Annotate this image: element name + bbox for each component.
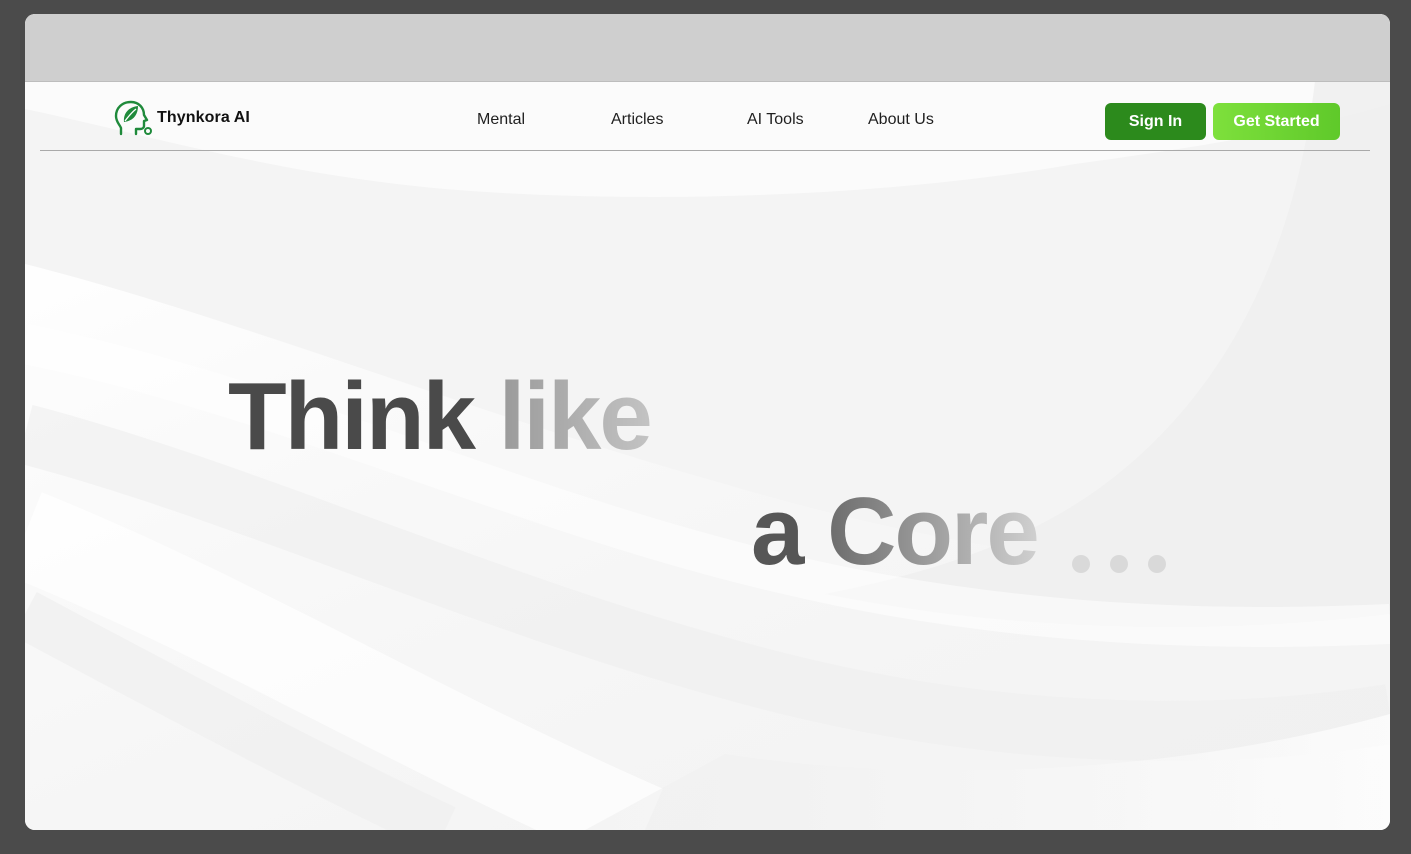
sign-in-button[interactable]: Sign In xyxy=(1105,103,1206,140)
hero-word-core: Core xyxy=(827,478,1040,585)
head-leaf-icon xyxy=(114,100,152,136)
get-started-button[interactable]: Get Started xyxy=(1213,103,1340,140)
browser-window: Thynkora AI Mental Articles AI Tools Abo… xyxy=(25,14,1390,830)
loading-dot xyxy=(1148,555,1166,573)
hero-heading-line1: Think like xyxy=(228,369,653,465)
hero-word-think: Think xyxy=(228,363,476,470)
brand-name: Thynkora AI xyxy=(157,109,250,126)
nav-link-articles[interactable]: Articles xyxy=(611,111,663,129)
brand-logo[interactable]: Thynkora AI xyxy=(111,98,250,138)
browser-top-bar xyxy=(25,14,1390,82)
hero-word-like: like xyxy=(498,363,653,470)
hero-word-a: a xyxy=(751,478,804,585)
nav-link-about-us[interactable]: About Us xyxy=(868,111,934,129)
loading-dots xyxy=(1072,555,1166,573)
nav-divider xyxy=(40,150,1370,151)
nav-link-mental[interactable]: Mental xyxy=(477,111,525,129)
nav-link-ai-tools[interactable]: AI Tools xyxy=(747,111,804,129)
hero-heading-line2: a Core xyxy=(751,484,1040,580)
loading-dot xyxy=(1072,555,1090,573)
loading-dot xyxy=(1110,555,1128,573)
top-navigation: Thynkora AI Mental Articles AI Tools Abo… xyxy=(25,81,1390,151)
